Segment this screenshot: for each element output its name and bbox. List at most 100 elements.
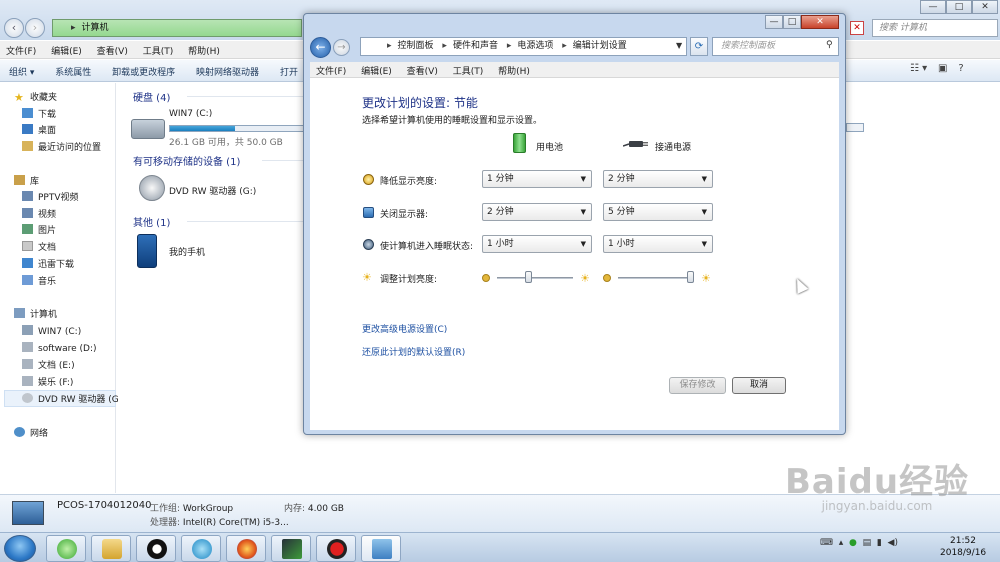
sidebar-item-pictures[interactable]: 图片 <box>22 224 56 238</box>
view-menu-icon[interactable]: ☷ ▾ <box>910 63 927 74</box>
close-button[interactable]: ✕ <box>801 15 839 29</box>
sidebar-item-documents[interactable]: 文档 <box>22 241 56 255</box>
dvd-drive-name[interactable]: DVD RW 驱动器 (G:) <box>169 184 256 197</box>
sidebar-favorites[interactable]: ★ 收藏夹 <box>14 91 57 105</box>
save-changes-button[interactable]: 保存修改 <box>669 377 726 394</box>
back-arrow-icon[interactable]: ← <box>310 37 331 58</box>
preview-pane-icon[interactable]: ▣ <box>938 63 947 74</box>
start-button[interactable] <box>4 535 36 562</box>
view-options: ☷ ▾ ▣ ? <box>910 63 972 74</box>
clock[interactable]: 21:52 2018/9/16 <box>940 535 986 559</box>
brightness-battery-slider[interactable] <box>497 271 573 285</box>
advanced-power-settings-link[interactable]: 更改高级电源设置(C) <box>362 322 447 335</box>
minimize-button[interactable]: — <box>765 15 783 29</box>
taskbar-app-green[interactable] <box>271 535 311 562</box>
breadcrumb-edit-plan[interactable]: 编辑计划设置 <box>573 41 627 51</box>
menu-help[interactable]: 帮助(H) <box>182 41 226 60</box>
slider-thumb[interactable] <box>524 271 532 283</box>
breadcrumb-control-panel[interactable]: 控制面板 <box>398 41 434 51</box>
chevron-down-icon[interactable]: ▼ <box>676 41 682 50</box>
taskbar-firefox[interactable] <box>226 535 266 562</box>
forward-arrow-icon[interactable]: › <box>25 18 45 38</box>
dialog-titlebar[interactable] <box>304 14 845 34</box>
firefox-icon <box>237 539 257 559</box>
sidebar-item-drive-d[interactable]: software (D:) <box>22 342 97 356</box>
map-network-drive-button[interactable]: 映射网络驱动器 <box>187 60 268 83</box>
sidebar-item-dvd[interactable]: DVD RW 驱动器 (G <box>22 393 119 407</box>
system-properties-button[interactable]: 系统属性 <box>46 60 100 83</box>
group-hard-disks[interactable]: 硬盘 (4) <box>133 89 170 104</box>
menu-edit[interactable]: 编辑(E) <box>355 62 398 79</box>
sidebar-item-desktop[interactable]: 桌面 <box>22 124 56 138</box>
organize-button[interactable]: 组织 ▾ <box>0 60 43 83</box>
maximize-button[interactable]: □ <box>946 0 972 14</box>
sidebar-item-downloads[interactable]: 下载 <box>22 108 56 122</box>
network-tray-icon[interactable]: ▤ <box>863 538 872 548</box>
dialog-address-bar[interactable]: ▸ 控制面板 ▸ 硬件和声音 ▸ 电源选项 ▸ 编辑计划设置 <box>360 37 687 56</box>
phone-name[interactable]: 我的手机 <box>169 245 205 258</box>
volume-icon[interactable]: ◀) <box>888 538 898 548</box>
menu-tools[interactable]: 工具(T) <box>447 62 490 79</box>
sidebar-libraries[interactable]: 库 <box>14 175 39 189</box>
menu-help[interactable]: 帮助(H) <box>492 62 536 79</box>
back-arrow-icon[interactable]: ‹ <box>4 18 24 38</box>
sidebar-item-music[interactable]: 音乐 <box>22 275 56 289</box>
close-button[interactable]: ✕ <box>972 0 998 14</box>
address-close-icon[interactable]: ✕ <box>850 21 864 35</box>
breadcrumb-power-options[interactable]: 电源选项 <box>517 41 553 51</box>
menu-view[interactable]: 查看(V) <box>91 41 134 60</box>
sidebar-computer[interactable]: 计算机 <box>14 308 57 322</box>
search-icon[interactable]: ⚲ <box>826 40 833 50</box>
sidebar-item-xunlei[interactable]: 迅雷下载 <box>22 258 74 272</box>
battery-tray-icon[interactable]: ▮ <box>877 538 882 548</box>
explorer-address-bar[interactable]: ▸ 计算机 <box>52 19 302 37</box>
sleep-battery-select[interactable]: 1 小时 ▼ <box>482 235 592 253</box>
turn-off-display-battery-select[interactable]: 2 分钟 ▼ <box>482 203 592 221</box>
brightness-plugged-slider[interactable] <box>618 271 694 285</box>
chevron-right-icon: ▸ <box>387 41 392 51</box>
sidebar-item-pptv[interactable]: PPTV视频 <box>22 191 79 205</box>
taskbar-control-panel[interactable] <box>361 535 401 562</box>
taskbar-ie[interactable] <box>46 535 86 562</box>
taskbar-media[interactable] <box>181 535 221 562</box>
maximize-button[interactable]: □ <box>783 15 801 29</box>
group-other[interactable]: 其他 (1) <box>133 214 170 229</box>
keyboard-icon[interactable]: ⌨ <box>820 538 833 548</box>
uninstall-program-button[interactable]: 卸载或更改程序 <box>103 60 184 83</box>
menu-view[interactable]: 查看(V) <box>401 62 444 79</box>
hard-drive-icon <box>131 119 165 139</box>
minimize-button[interactable]: — <box>920 0 946 14</box>
sidebar-item-drive-c[interactable]: WIN7 (C:) <box>22 325 81 339</box>
cancel-button[interactable]: 取消 <box>732 377 786 394</box>
turn-off-display-plugged-select[interactable]: 5 分钟 ▼ <box>603 203 713 221</box>
dim-display-plugged-select[interactable]: 2 分钟 ▼ <box>603 170 713 188</box>
menu-file[interactable]: 文件(F) <box>310 62 352 79</box>
drive-c-name[interactable]: WIN7 (C:) <box>169 109 212 119</box>
tray-up-icon[interactable]: ▴ <box>839 538 844 548</box>
sidebar-network[interactable]: 网络 <box>14 427 48 441</box>
help-icon[interactable]: ? <box>958 63 963 74</box>
restore-defaults-link[interactable]: 还原此计划的默认设置(R) <box>362 345 465 358</box>
taskbar-recorder[interactable] <box>316 535 356 562</box>
group-removable[interactable]: 有可移动存储的设备 (1) <box>133 153 240 168</box>
sidebar-item-drive-e[interactable]: 文档 (E:) <box>22 359 75 373</box>
forward-arrow-icon[interactable]: → <box>333 39 350 56</box>
wechat-icon[interactable]: ● <box>849 538 857 548</box>
sidebar-item-recent[interactable]: 最近访问的位置 <box>22 141 101 155</box>
sleep-plugged-select[interactable]: 1 小时 ▼ <box>603 235 713 253</box>
refresh-icon[interactable]: ⟳ <box>690 37 708 56</box>
breadcrumb-hardware-sound[interactable]: 硬件和声音 <box>453 41 498 51</box>
menu-file[interactable]: 文件(F) <box>0 41 42 60</box>
sidebar-item-videos[interactable]: 视频 <box>22 208 56 222</box>
taskbar-explorer[interactable] <box>91 535 131 562</box>
sidebar-item-drive-f[interactable]: 娱乐 (F:) <box>22 376 73 390</box>
dim-display-battery-select[interactable]: 1 分钟 ▼ <box>482 170 592 188</box>
taskbar-qq[interactable] <box>136 535 176 562</box>
open-control-panel-button[interactable]: 打开 <box>271 60 307 83</box>
control-panel-search-input[interactable]: 搜索控制面板 <box>712 37 839 56</box>
menu-edit[interactable]: 编辑(E) <box>45 41 88 60</box>
menu-tools[interactable]: 工具(T) <box>137 41 180 60</box>
slider-track <box>497 277 573 279</box>
slider-thumb[interactable] <box>687 271 694 283</box>
explorer-search-input[interactable]: 搜索 计算机 <box>872 19 998 37</box>
